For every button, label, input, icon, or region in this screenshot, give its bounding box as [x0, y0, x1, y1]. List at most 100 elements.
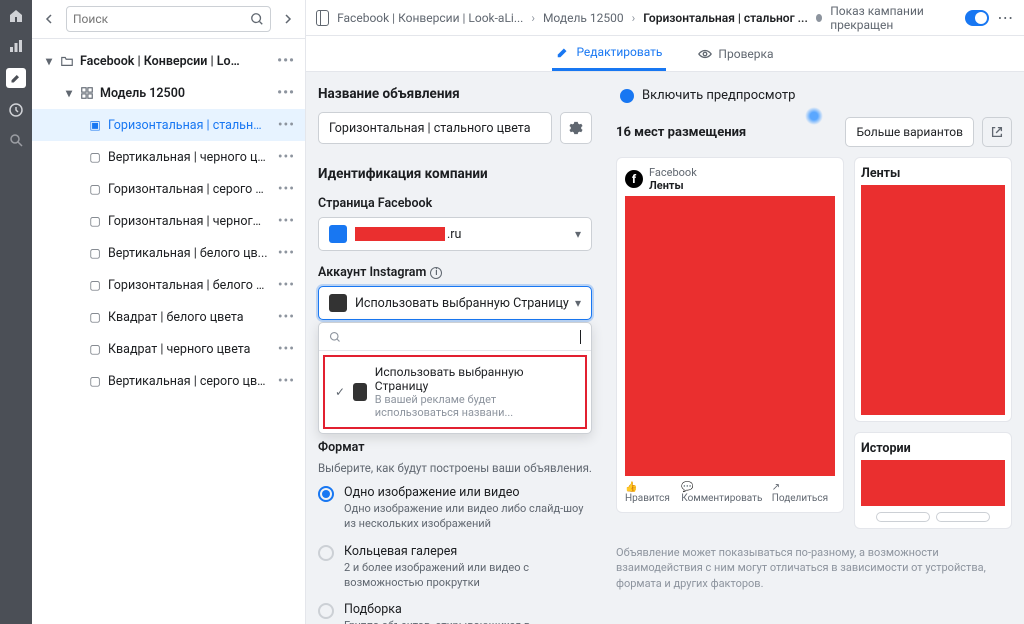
ad-name-settings-button[interactable] — [560, 112, 592, 144]
ad-icon: ▢ — [88, 246, 102, 260]
search-icon — [250, 12, 264, 26]
open-external-icon[interactable] — [982, 117, 1012, 147]
campaign-toggle[interactable] — [965, 10, 989, 26]
tab-review[interactable]: Проверка — [694, 36, 777, 71]
opt-sub: 2 и более изображений или видео с возмож… — [344, 561, 592, 591]
ad-icon: ▢ — [88, 278, 102, 292]
panel-toggle-icon[interactable] — [316, 10, 329, 26]
tree-ad-label: Квадрат | черного цвета — [108, 342, 250, 357]
preview-column: Включить предпросмотр 16 мест размещения… — [604, 72, 1024, 624]
more-icon[interactable]: ••• — [278, 117, 295, 133]
collapse-right-icon[interactable] — [277, 9, 297, 29]
preview-placement-name: Ленты — [649, 179, 697, 192]
breadcrumb-campaign[interactable]: Facebook | Конверсии | Look-aLi... — [337, 11, 523, 25]
tab-edit[interactable]: Редактировать — [552, 36, 666, 71]
search-field[interactable] — [73, 12, 250, 26]
edit-nav-icon[interactable] — [6, 68, 26, 88]
preview-media — [625, 196, 835, 476]
preview-stories-label: Истории — [861, 441, 1005, 456]
format-subtitle: Выберите, как будут построены ваши объяв… — [318, 461, 592, 475]
format-option-carousel[interactable]: Кольцевая галерея2 и более изображений и… — [318, 544, 592, 591]
tree-ad[interactable]: ▢ Горизонтальная | серого ц... ••• — [32, 173, 305, 205]
more-variants-button[interactable]: Больше вариантов — [845, 117, 974, 147]
share-action[interactable]: ↗ Поделиться — [772, 482, 835, 504]
collapse-left-icon[interactable] — [40, 9, 60, 29]
tree-ad[interactable]: ▢Квадрат | белого цвета••• — [32, 301, 305, 333]
more-icon[interactable]: ••• — [278, 245, 295, 261]
tree-ad[interactable]: ▢Вертикальная | черного цв...••• — [32, 141, 305, 173]
tree-ad[interactable]: ▢Горизонтальная | черного ...••• — [32, 205, 305, 237]
more-icon[interactable]: ••• — [278, 149, 295, 165]
more-icon[interactable]: ••• — [278, 373, 295, 389]
like-action[interactable]: 👍 Нравится — [625, 482, 681, 504]
tree-ad[interactable]: ▣Горизонтальная | стальног...••• — [32, 109, 305, 141]
breadcrumb-ad: Горизонтальная | стальног ... — [643, 11, 808, 25]
format-option-single[interactable]: Одно изображение или видеоОдно изображен… — [318, 485, 592, 532]
check-icon: ✓ — [335, 385, 345, 399]
radio-icon — [318, 603, 334, 619]
edit-column: Название объявления Горизонтальная | ста… — [306, 72, 604, 624]
tree-ad-label: Горизонтальная | серого ц... — [108, 182, 268, 197]
main-panel: Facebook | Конверсии | Look-aLi... › Мод… — [306, 0, 1024, 624]
tree-ad[interactable]: ▢Горизонтальная | белого ц...••• — [32, 269, 305, 301]
search-nav-icon[interactable] — [8, 132, 24, 148]
tree-campaign[interactable]: ▾ Facebook | Конверсии | Look-aLik... ••… — [32, 45, 305, 77]
more-icon[interactable]: ••• — [278, 309, 295, 325]
format-option-collection[interactable]: ПодборкаГруппа объектов, открывающихся в… — [318, 602, 592, 624]
tree-ad[interactable]: ▢Вертикальная | серого цве...••• — [32, 365, 305, 397]
option-subtitle: В вашей рекламе будет использоваться наз… — [375, 393, 575, 419]
more-icon[interactable]: ••• — [277, 53, 295, 69]
tree-ad-label: Вертикальная | черного цв... — [108, 150, 268, 165]
tree-ad-label: Горизонтальная | черного ... — [108, 214, 268, 229]
chart-icon[interactable] — [8, 38, 24, 54]
gear-icon — [569, 121, 583, 135]
preview-footnote: Объявление может показываться по-разному… — [616, 545, 1012, 591]
ig-account-dropdown[interactable]: Использовать выбранную Страницу ▾ — [318, 286, 592, 320]
post-actions: 👍 Нравится 💬 Комментировать ↗ Поделиться — [625, 482, 835, 504]
fb-page-dropdown[interactable]: .ru ▾ — [318, 217, 592, 251]
home-icon[interactable] — [8, 8, 24, 24]
chevron-right-icon: › — [632, 11, 636, 25]
tree-search-input[interactable] — [66, 6, 271, 32]
caret-down-icon: ▾ — [575, 296, 581, 310]
comment-action[interactable]: 💬 Комментировать — [681, 482, 771, 504]
more-icon[interactable]: ••• — [278, 213, 295, 229]
ig-dropdown-option[interactable]: ✓ Использовать выбранную Страницу В ваше… — [323, 355, 587, 429]
info-icon[interactable]: i — [430, 267, 442, 279]
tree-ad[interactable]: ▢ Вертикальная | белого цв... ••• — [32, 237, 305, 269]
more-icon[interactable]: ••• — [277, 85, 295, 101]
topbar-more-icon[interactable]: ⋯ — [997, 8, 1014, 27]
opt-sub: Одно изображение или видео либо слайд-шо… — [344, 502, 592, 532]
ad-icon: ▢ — [88, 182, 102, 196]
preview-toggle-dot[interactable] — [620, 89, 634, 103]
breadcrumb-adset[interactable]: Модель 12500 — [543, 11, 624, 25]
preview-card-facebook-feed[interactable]: f Facebook Ленты 👍 Нравится 💬 Ком — [616, 157, 844, 513]
ig-dropdown-search[interactable] — [319, 323, 591, 351]
tree-ad-label: Вертикальная | белого цв... — [108, 246, 268, 261]
preview-feeds-label: Ленты — [861, 166, 1005, 181]
preview-platform: Facebook — [649, 166, 697, 179]
device-frame-icon — [861, 512, 1005, 522]
ad-icon: ▢ — [88, 310, 102, 324]
format-title: Формат — [318, 440, 592, 455]
ig-dropdown-search-input[interactable] — [347, 329, 574, 344]
opt-title: Подборка — [344, 602, 592, 617]
tree-adset[interactable]: ▾ Модель 12500 ••• — [32, 77, 305, 109]
tree-ad-label: Вертикальная | серого цве... — [108, 374, 268, 389]
more-icon[interactable]: ••• — [278, 277, 295, 293]
ig-avatar — [329, 294, 347, 312]
text-cursor — [580, 330, 581, 344]
clock-icon[interactable] — [8, 102, 24, 118]
ad-name-input[interactable]: Горизонтальная | стального цвета — [318, 112, 552, 144]
section-ad-name: Название объявления — [318, 86, 592, 102]
more-icon[interactable]: ••• — [278, 341, 295, 357]
radio-icon — [318, 486, 334, 502]
ig-account-label: Аккаунт Instagrami — [318, 265, 592, 280]
preview-card-feeds[interactable]: Ленты — [854, 157, 1012, 422]
ad-icon: ▣ — [88, 118, 102, 132]
preview-card-stories[interactable]: Истории — [854, 432, 1012, 529]
tree-ad[interactable]: ▢Квадрат | черного цвета••• — [32, 333, 305, 365]
more-icon[interactable]: ••• — [278, 181, 295, 197]
section-identity: Идентификация компании — [318, 166, 592, 182]
pencil-icon — [556, 45, 570, 59]
